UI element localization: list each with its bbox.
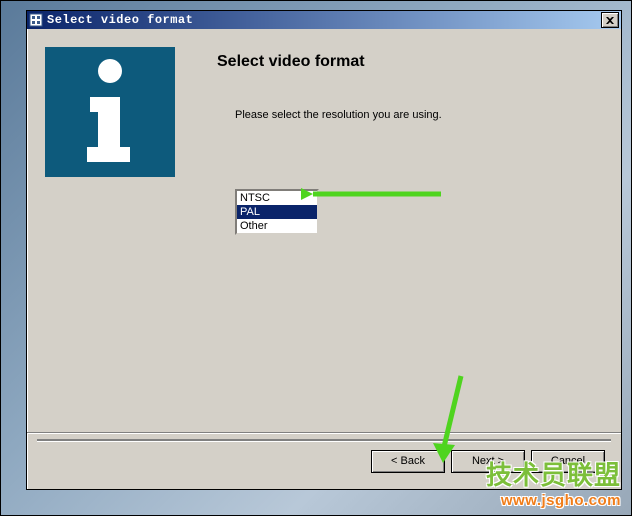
list-item-other[interactable]: Other — [237, 219, 317, 233]
app-icon — [29, 13, 43, 27]
dialog-heading: Select video format — [217, 53, 365, 71]
format-listbox[interactable]: NTSC PAL Other — [235, 189, 319, 235]
cancel-button[interactable]: Cancel — [531, 450, 605, 473]
back-button[interactable]: < Back — [371, 450, 445, 473]
info-icon-panel — [45, 47, 175, 177]
dialog-window: Select video format Select video format … — [26, 10, 622, 490]
dialog-instruction: Please select the resolution you are usi… — [235, 109, 442, 121]
next-button[interactable]: Next > — [451, 450, 525, 473]
titlebar[interactable]: Select video format — [27, 11, 621, 29]
watermark-text-2: www.jsgho.com — [486, 492, 621, 509]
info-icon — [65, 57, 155, 167]
window-title: Select video format — [47, 13, 601, 27]
desktop-background: Select video format Select video format … — [0, 0, 632, 516]
list-item-pal[interactable]: PAL — [237, 205, 317, 219]
list-item-ntsc[interactable]: NTSC — [237, 191, 317, 205]
button-row: < Back Next > Cancel — [27, 432, 621, 479]
close-button[interactable] — [601, 12, 619, 28]
dialog-content: Select video format Please select the re… — [37, 39, 609, 434]
